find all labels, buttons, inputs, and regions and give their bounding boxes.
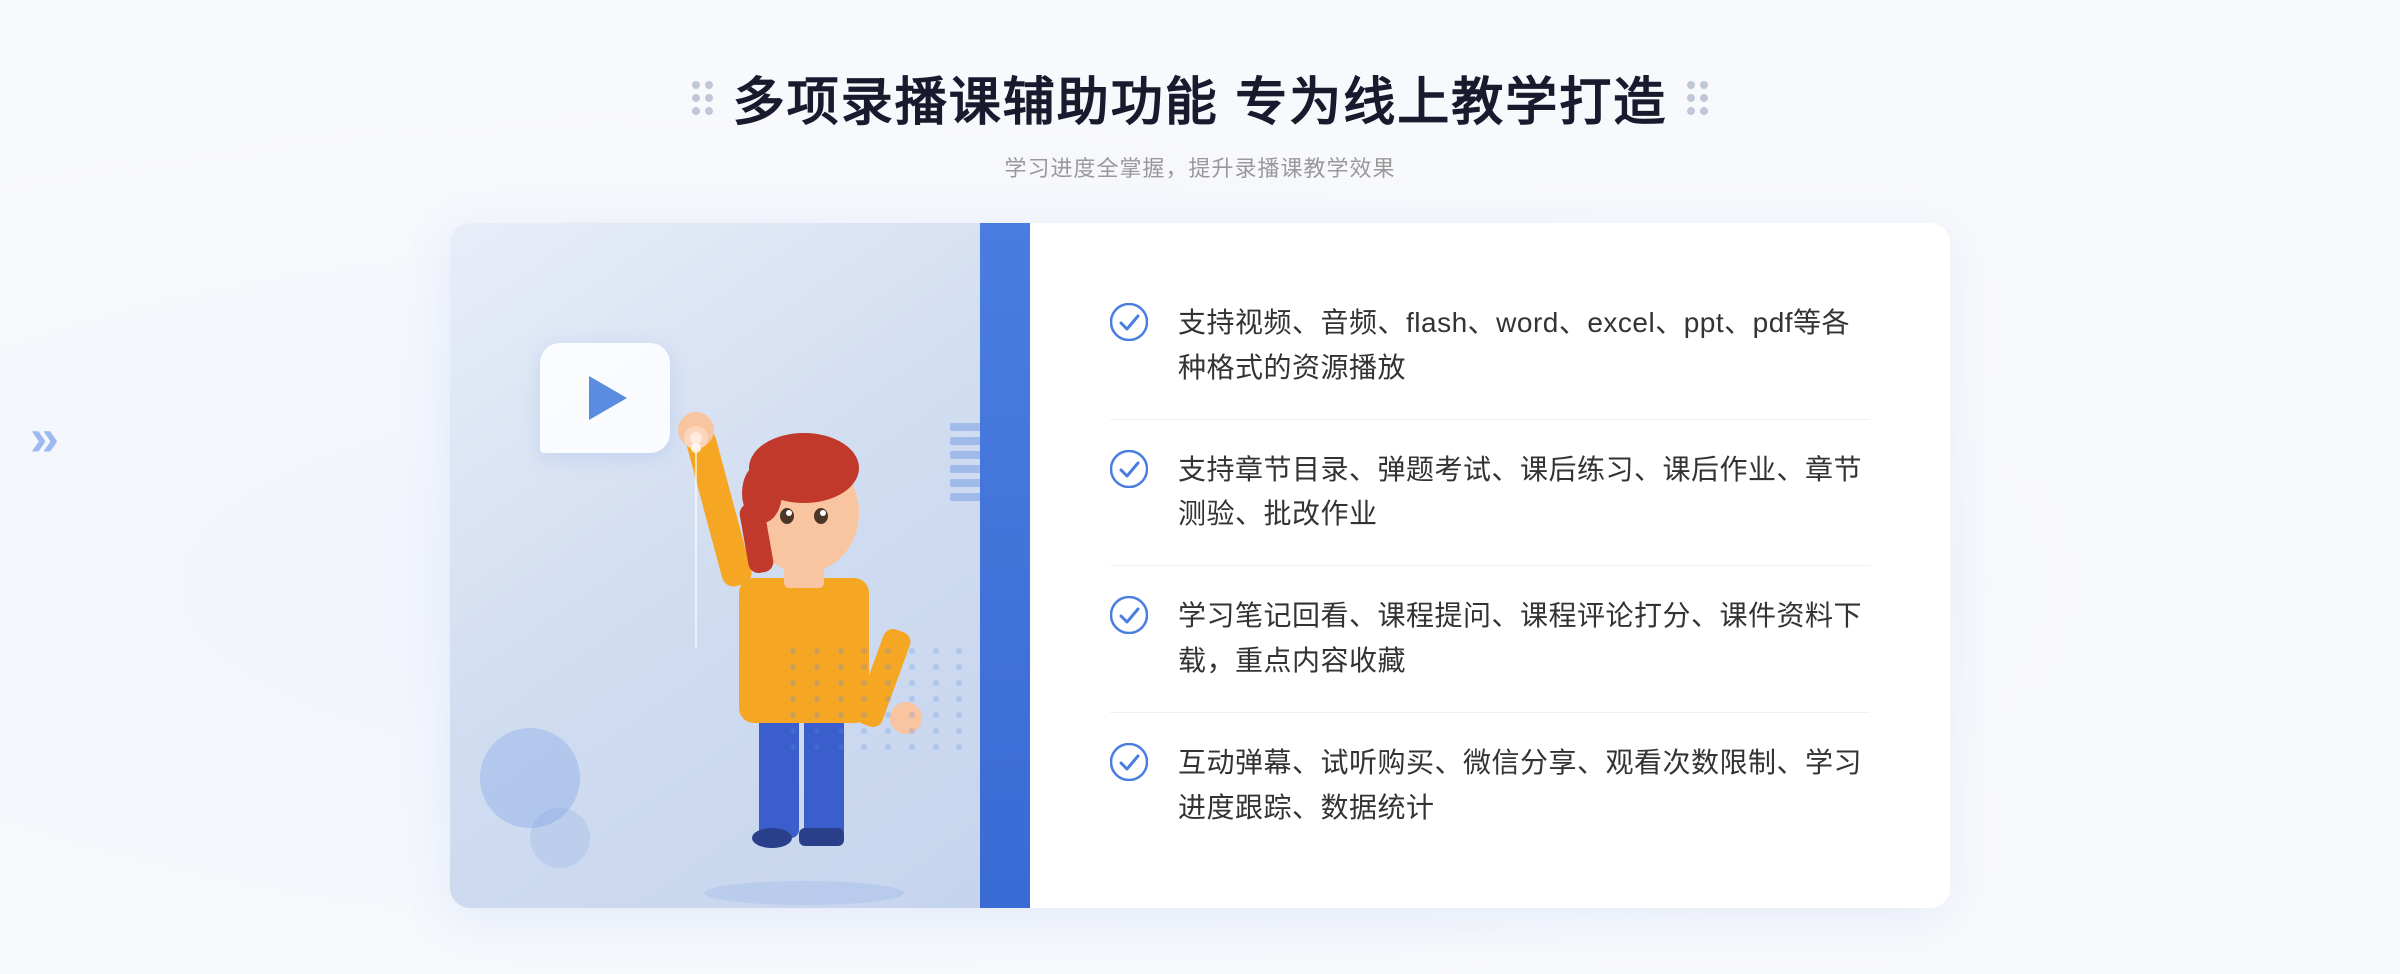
title-row: 多项录播课辅助功能 专为线上教学打造: [692, 60, 1708, 135]
feature-item-3: 学习笔记回看、课程提问、课程评论打分、课件资料下载，重点内容收藏: [1110, 566, 1870, 713]
feature-item-1: 支持视频、音频、flash、word、excel、ppt、pdf等各种格式的资源…: [1110, 273, 1870, 420]
feature-text-2: 支持章节目录、弹题考试、课后练习、课后作业、章节测验、批改作业: [1178, 448, 1870, 538]
feature-text-4: 互动弹幕、试听购买、微信分享、观看次数限制、学习进度跟踪、数据统计: [1178, 741, 1870, 831]
dots-left-icon: [692, 81, 713, 115]
accent-bar: [980, 223, 1030, 908]
play-triangle-icon: [589, 376, 627, 420]
deco-circle-small: [530, 808, 590, 868]
left-illustration: [450, 223, 1030, 908]
header-section: 多项录播课辅助功能 专为线上教学打造 学习进度全掌握，提升录播课教学效果: [692, 0, 1708, 183]
page-title: 多项录播课辅助功能 专为线上教学打造: [733, 60, 1667, 135]
feature-item-4: 互动弹幕、试听购买、微信分享、观看次数限制、学习进度跟踪、数据统计: [1110, 713, 1870, 859]
feature-item-2: 支持章节目录、弹题考试、课后练习、课后作业、章节测验、批改作业: [1110, 420, 1870, 567]
check-icon-4: [1110, 743, 1148, 781]
dots-pattern: [790, 648, 970, 828]
dots-right-icon: [1687, 81, 1708, 115]
feature-text-1: 支持视频、音频、flash、word、excel、ppt、pdf等各种格式的资源…: [1178, 301, 1870, 391]
page-container: 多项录播课辅助功能 专为线上教学打造 学习进度全掌握，提升录播课教学效果: [0, 0, 2400, 974]
check-icon-2: [1110, 450, 1148, 488]
left-arrow-decoration: »: [30, 412, 59, 464]
feature-text-3: 学习笔记回看、课程提问、课程评论打分、课件资料下载，重点内容收藏: [1178, 594, 1870, 684]
right-panel: 支持视频、音频、flash、word、excel、ppt、pdf等各种格式的资源…: [1030, 223, 1950, 908]
main-content-card: 支持视频、音频、flash、word、excel、ppt、pdf等各种格式的资源…: [450, 223, 1950, 908]
check-icon-1: [1110, 303, 1148, 341]
check-icon-3: [1110, 596, 1148, 634]
page-subtitle: 学习进度全掌握，提升录播课教学效果: [692, 151, 1708, 183]
